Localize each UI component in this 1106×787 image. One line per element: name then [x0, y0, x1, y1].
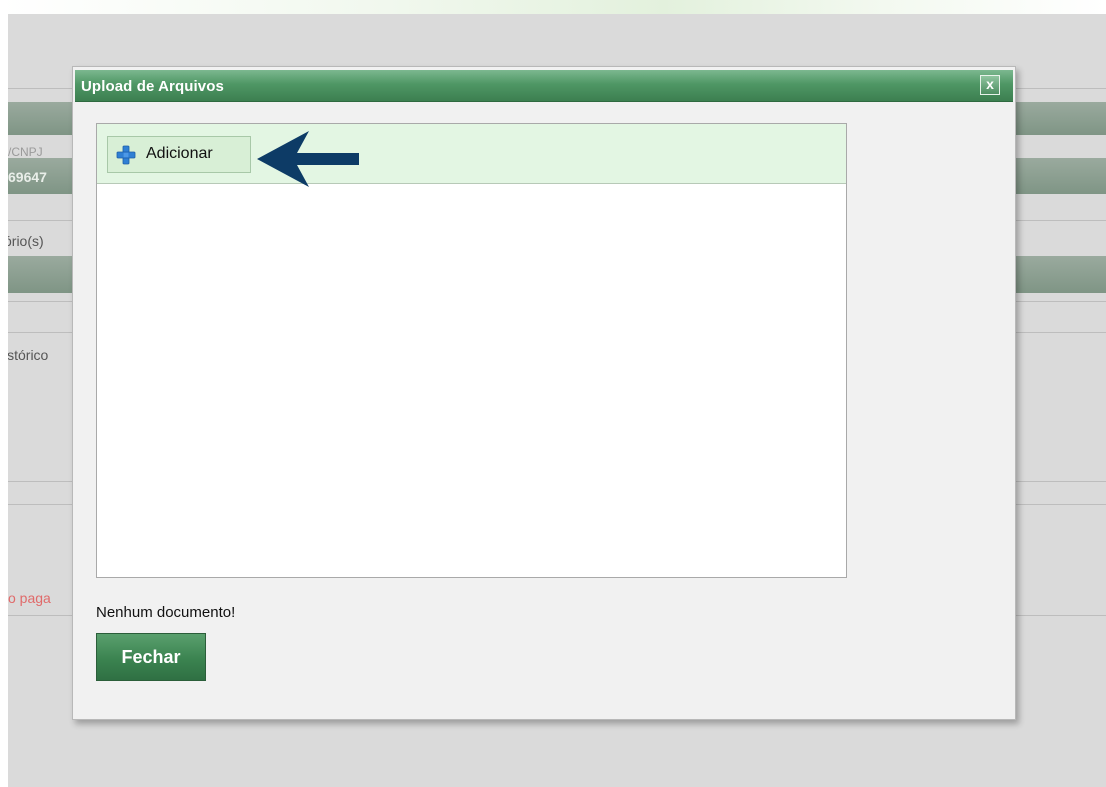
- file-list: [97, 184, 846, 577]
- status-message: Nenhum documento!: [96, 604, 236, 621]
- upload-toolbar: Adicionar: [97, 124, 846, 187]
- background-text-number: 69647: [8, 169, 47, 185]
- background-header-strip: [0, 0, 1106, 14]
- add-file-button[interactable]: Adicionar: [107, 136, 251, 173]
- close-icon[interactable]: x: [980, 75, 1000, 95]
- background-text-historico: istórico: [8, 347, 49, 363]
- arrow-left-icon: [257, 131, 359, 187]
- dialog-titlebar[interactable]: Upload de Arquivos x: [75, 70, 1013, 102]
- upload-dialog: Upload de Arquivos x Adicionar Nenhum do…: [72, 66, 1016, 720]
- close-button[interactable]: Fechar: [96, 633, 206, 681]
- background-text-warning: o paga: [8, 590, 51, 606]
- upload-panel: Adicionar: [96, 123, 847, 578]
- dialog-title: Upload de Arquivos: [81, 78, 224, 95]
- background-text-cnpj: /CNPJ: [8, 145, 43, 159]
- add-button-label: Adicionar: [146, 145, 213, 162]
- background-text-label: ório(s): [8, 233, 44, 249]
- plus-icon: [116, 145, 136, 165]
